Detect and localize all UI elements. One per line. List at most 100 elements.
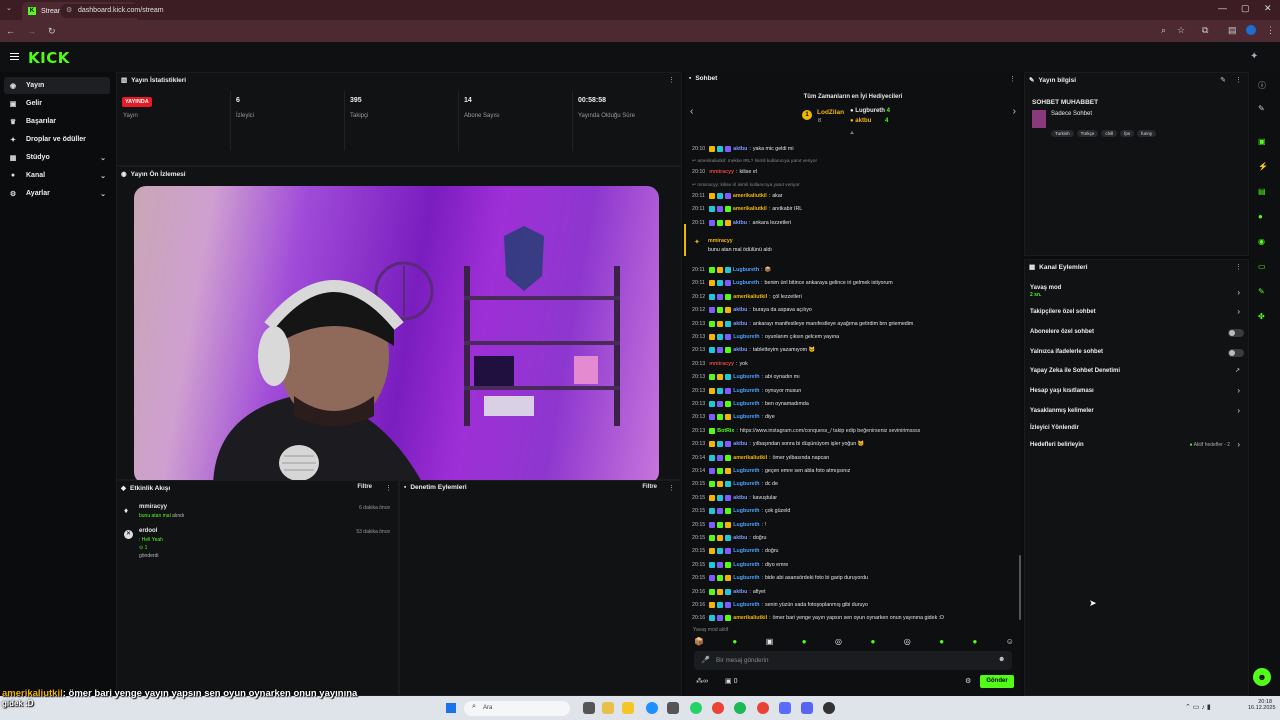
message-username[interactable]: Lugbureth [733,334,759,340]
message-username[interactable]: amerikaliutkil [733,615,767,621]
chat-message[interactable]: 20:15 aktbu: kavuştular [692,494,777,501]
tag-chip[interactable]: Türkçe [1076,130,1099,137]
action-banned-words[interactable]: Yasaklanmış kelimeler [1030,408,1094,414]
whatsapp-icon[interactable] [690,702,702,714]
message-username[interactable]: Lugbureth [733,468,759,474]
gifter-name[interactable]: LodZilan [817,109,844,116]
message-username[interactable]: Lugbureth [733,401,759,407]
back-icon[interactable]: ← [6,26,15,36]
more-options-icon[interactable]: ⋮ [668,76,675,84]
message-username[interactable]: amerikaliutkil [733,294,767,300]
message-username[interactable]: aktbu [733,495,747,501]
message-username[interactable]: mmiracyy [709,169,734,175]
more-options-icon[interactable]: ⋮ [1235,263,1242,271]
action-set-goals[interactable]: Hedefleri belirleyin [1030,442,1084,448]
chevron-right-icon[interactable]: › [1237,386,1240,395]
chat-message[interactable]: 20:13 Lugbureth: diye [692,414,775,421]
emoji-picker-icon[interactable]: ☻ [998,656,1005,663]
tag-chip[interactable]: chill [1101,130,1118,137]
browser-menu-icon[interactable]: ⋮ [1266,25,1275,36]
pencil-icon[interactable]: ✎ [1258,104,1265,113]
message-username[interactable]: Lugbureth [733,414,759,420]
edit-icon[interactable]: ✎ [1220,76,1226,84]
chat-bubble-icon[interactable]: ● [1258,212,1263,221]
sidebar-item-gelir[interactable]: ▣ Gelir [4,95,110,112]
emote-icon[interactable]: ◎ [835,637,842,649]
chat-message[interactable]: 20:13 mmiracyy: yok [692,361,748,367]
chat-message[interactable]: 20:12 aktbu: buraya da aspava açılıyo [692,307,812,314]
message-username[interactable]: amerikaliutkil [733,193,767,199]
plugin-icon[interactable]: ✤ [1258,312,1265,321]
chat-message[interactable]: 20:13 Lugbureth: ben oynamadımda [692,401,809,407]
chat-message[interactable]: 20:15 Lugbureth:! [692,521,766,528]
zoom-icon[interactable]: ⌕ [1161,25,1166,36]
chat-message[interactable]: 20:11 amerikaliutkil: akar [692,192,783,199]
start-icon[interactable] [446,703,456,713]
gifter-name[interactable]: ● aktbu 4 [850,118,888,124]
emote-icon[interactable]: ● [870,637,875,649]
chat-settings-icon[interactable]: ⚙ [965,677,971,685]
event-user[interactable]: mmiracyy [139,504,167,510]
chat-message[interactable]: 20:13 Lugbureth: oynuyor musun [692,387,801,394]
list-icon[interactable]: ▤ [1258,187,1266,196]
message-username[interactable]: Lugbureth [733,481,759,487]
prev-arrow-icon[interactable]: ‹ [690,106,693,117]
message-username[interactable]: aktbu [733,441,747,447]
more-options-icon[interactable]: ⋮ [1235,76,1242,84]
chrome-icon[interactable] [712,702,724,714]
send-button[interactable]: Gönder [980,675,1014,688]
message-username[interactable]: aktbu [733,535,747,541]
sidebar-item-ayarlar[interactable]: ⚙ Ayarlar ⌄ [4,185,110,202]
action-ai-moderation[interactable]: Yapay Zeka ile Sohbet Denetimi [1030,368,1120,374]
emotes-only-toggle[interactable] [1228,349,1244,357]
message-username[interactable]: Lugbureth [733,575,759,581]
app-icon[interactable] [667,702,679,714]
chat-message[interactable]: 20:12 amerikaliutkil: çöl lezzetleri [692,293,802,300]
sidebar-item-basarilar[interactable]: ♛ Başarılar [4,113,110,130]
tag-chip[interactable]: funny [1137,130,1157,137]
spotify-icon[interactable] [734,702,746,714]
subscribers-only-toggle[interactable] [1228,329,1244,337]
chat-message[interactable]: 20:11 aktbu: ankara lezzetleri [692,219,791,226]
chat-message[interactable]: 20:13 aktbu: yılbaşından sonra bi düşünüyo… [692,441,864,448]
file-explorer-icon[interactable] [622,702,634,714]
filter-button[interactable]: Filtre [357,484,372,490]
bolt-icon[interactable]: ⚡ [1258,162,1268,171]
discord-icon[interactable] [801,702,813,714]
sidebar-item-droplar[interactable]: ✦ Droplar ve ödüller [4,131,110,148]
chrome-icon[interactable] [757,702,769,714]
chat-message[interactable]: 20:15 aktbu: doğru [692,535,766,541]
task-view-icon[interactable] [583,702,595,714]
chat-message[interactable]: 20:11 amerikaliutkil: anıtkabir IRL [692,206,802,213]
message-username[interactable]: Lugbureth [733,388,759,394]
external-link-icon[interactable]: ↗ [1235,367,1240,374]
minimize-icon[interactable]: — [1218,3,1227,13]
info-icon[interactable]: ⓘ [1258,80,1266,91]
emote-icon[interactable]: ▣ [766,637,774,649]
action-redirect-viewers[interactable]: İzleyici Yönlendir [1030,425,1079,431]
sidebar-item-kanal[interactable]: ● Kanal ⌄ [4,167,110,184]
message-username[interactable]: Lugbureth [733,548,759,554]
chat-message[interactable]: 20:16 Lugbureth: senin yüzün sada fotoşopl… [692,602,868,608]
message-username[interactable]: Lugbureth [733,522,759,528]
emote-icon[interactable]: ☺ [1006,637,1014,649]
emote-icon[interactable]: 📦 [694,637,704,649]
reload-icon[interactable]: ↻ [48,26,56,37]
action-account-age[interactable]: Hesap yaşı kısıtlaması [1030,388,1094,394]
chat-message[interactable]: 20:13 aktbu: ankarayı manifestleye manıfes… [692,320,913,327]
chat-message[interactable]: 20:13 Lugbureth: oyunlarım çıksın gelcem y… [692,334,839,340]
action-followers-only[interactable]: Takipçilere özel sohbet [1030,309,1096,315]
more-options-icon[interactable]: ⋮ [668,484,675,492]
emote-icon[interactable]: ● [802,637,807,649]
chat-message[interactable]: 20:15 Lugbureth: diyo emre [692,561,788,568]
message-username[interactable]: aktbu [733,146,747,152]
edge-icon[interactable] [646,702,658,714]
kick-logo[interactable]: KICK [28,49,70,67]
users-icon[interactable]: ⁂∞ [696,677,708,685]
sidebar-item-studyo[interactable]: ▦ Stüdyo ⌄ [4,149,110,166]
message-username[interactable]: mmiracyy [709,361,734,367]
maximize-icon[interactable]: ▢ [1241,3,1250,14]
emote-icon[interactable]: ◎ [904,637,911,649]
message-username[interactable]: BotRix [717,428,734,434]
layout-icon[interactable]: ▣ [1258,137,1266,146]
